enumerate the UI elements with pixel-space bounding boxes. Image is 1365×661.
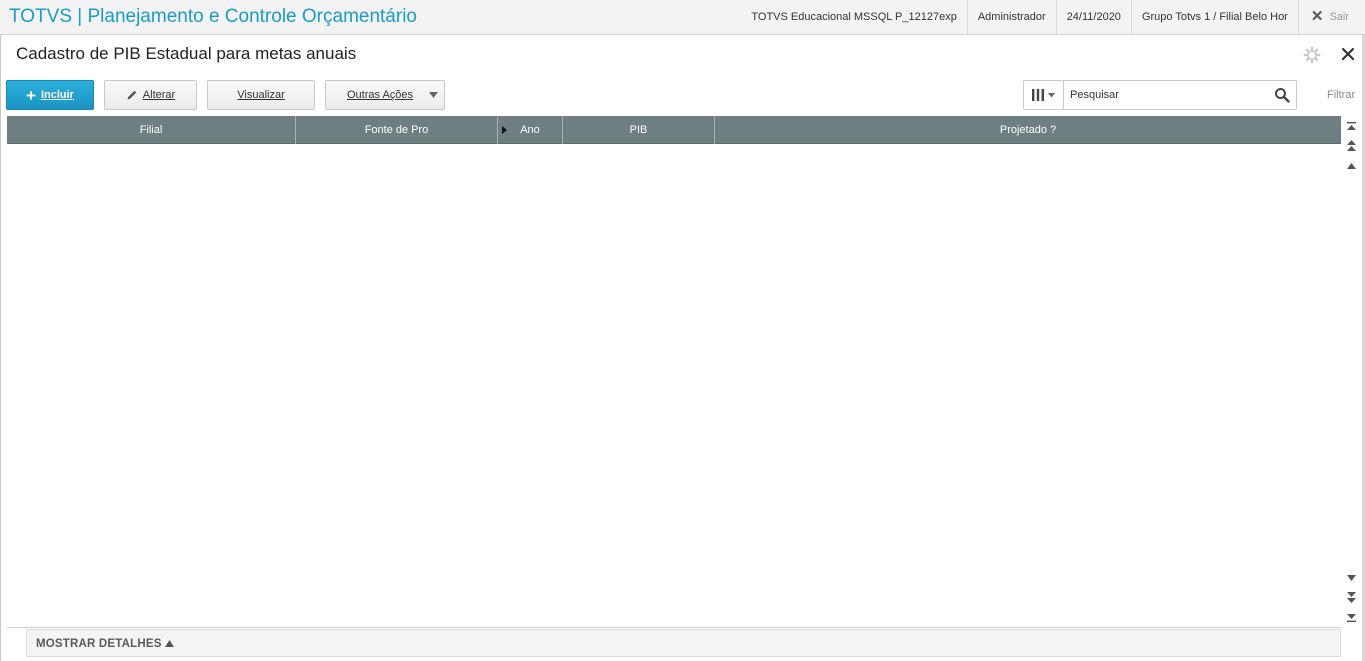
grid-header: Filial Fonte de Pro Ano PIB Projetado ? bbox=[7, 116, 1341, 144]
column-header-projetado[interactable]: Projetado ? bbox=[715, 116, 1341, 144]
scroll-page-down-icon bbox=[1347, 592, 1356, 603]
chevron-down-icon bbox=[422, 81, 444, 109]
exit-label: Sair bbox=[1329, 11, 1349, 23]
scroll-down-button[interactable] bbox=[1343, 569, 1360, 586]
date-info[interactable]: 24/11/2020 bbox=[1055, 0, 1131, 34]
scroll-down-icon bbox=[1347, 574, 1356, 581]
filter-link[interactable]: Filtrar bbox=[1327, 89, 1355, 101]
column-header-filial[interactable]: Filial bbox=[7, 116, 296, 144]
scroll-up-button[interactable] bbox=[1343, 157, 1360, 174]
details-bar: MOSTRAR DETALHES bbox=[26, 629, 1341, 657]
more-actions-button[interactable]: Outras Ações bbox=[325, 80, 445, 110]
show-details-toggle[interactable]: MOSTRAR DETALHES bbox=[36, 638, 162, 650]
window-border-left bbox=[0, 35, 1, 661]
app-title: TOTVS | Planejamento e Controle Orçament… bbox=[9, 6, 417, 27]
include-button[interactable]: + Incluir bbox=[6, 80, 94, 110]
exit-button[interactable]: ✕ Sair bbox=[1297, 0, 1365, 34]
scroll-up-icon bbox=[1347, 162, 1356, 169]
sort-marker-icon bbox=[502, 126, 507, 134]
grid-divider bbox=[7, 627, 1341, 628]
edit-label: Alterar bbox=[142, 89, 176, 101]
include-label: Incluir bbox=[40, 89, 74, 101]
search-column-selector[interactable] bbox=[1024, 81, 1064, 109]
more-actions-label: Outras Ações bbox=[347, 89, 414, 101]
search-icon[interactable] bbox=[1274, 87, 1290, 103]
environment-info[interactable]: TOTVS Educacional MSSQL P_12127exp bbox=[741, 0, 966, 34]
search-input[interactable] bbox=[1070, 87, 1270, 103]
view-label: Visualizar bbox=[237, 89, 285, 101]
close-icon[interactable] bbox=[1338, 44, 1358, 64]
gear-icon[interactable] bbox=[1303, 46, 1321, 64]
edit-button[interactable]: Alterar bbox=[104, 80, 197, 110]
page-title: Cadastro de PIB Estadual para metas anua… bbox=[16, 44, 357, 63]
column-header-pib[interactable]: PIB bbox=[563, 116, 715, 144]
close-icon: ✕ bbox=[1310, 8, 1324, 25]
user-info[interactable]: Administrador bbox=[966, 0, 1056, 34]
scroll-bottom-icon bbox=[1347, 614, 1356, 622]
app-header: TOTVS | Planejamento e Controle Orçament… bbox=[0, 0, 1365, 35]
scroll-top-button[interactable] bbox=[1343, 118, 1360, 135]
plus-icon: + bbox=[26, 85, 36, 105]
pencil-icon bbox=[127, 90, 137, 100]
column-header-fonte[interactable]: Fonte de Pro bbox=[296, 116, 498, 144]
scroll-bottom-button[interactable] bbox=[1343, 609, 1360, 626]
scroll-page-down-button[interactable] bbox=[1343, 589, 1360, 606]
scroll-page-up-icon bbox=[1347, 140, 1356, 151]
branch-info[interactable]: Grupo Totvs 1 / Filial Belo Hor bbox=[1130, 0, 1298, 34]
caret-up-icon[interactable] bbox=[165, 640, 174, 647]
column-header-ano[interactable]: Ano bbox=[498, 116, 563, 144]
grid-body[interactable] bbox=[7, 144, 1341, 627]
column-header-ano-label: Ano bbox=[520, 124, 540, 136]
status-bar: TOTVS Educacional MSSQL P_12127exp Admin… bbox=[741, 0, 1365, 34]
vertical-scrollbar[interactable] bbox=[1343, 116, 1360, 627]
columns-icon bbox=[1031, 89, 1055, 101]
scroll-page-up-button[interactable] bbox=[1343, 137, 1360, 154]
view-button[interactable]: Visualizar bbox=[207, 80, 315, 110]
scroll-top-icon bbox=[1347, 122, 1356, 130]
search-box bbox=[1023, 80, 1297, 110]
